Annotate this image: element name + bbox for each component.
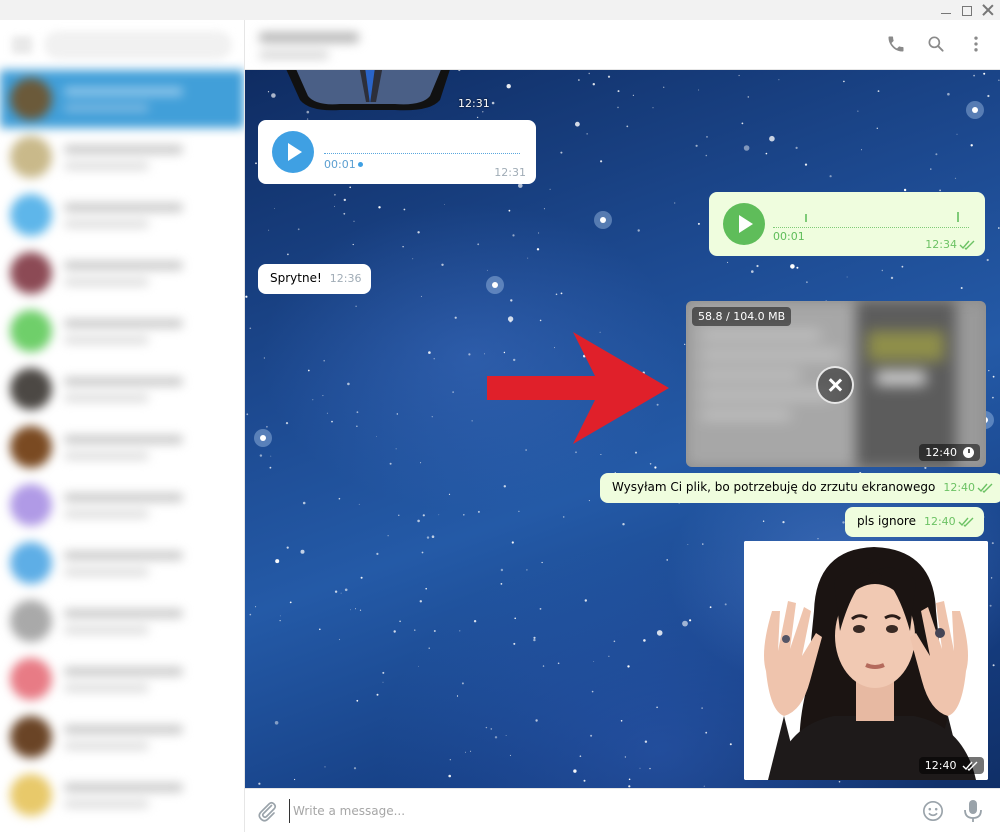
message-text: Wysyłam Ci plik, bo potrzebuję do zrzutu… — [612, 480, 936, 494]
double-check-icon — [977, 483, 993, 493]
avatar — [10, 600, 52, 642]
chat-list-item[interactable] — [0, 360, 244, 418]
chat-list-item[interactable] — [0, 476, 244, 534]
voice-message-outgoing[interactable]: 00:01 12:34 — [709, 192, 985, 256]
download-progress-badge: 58.8 / 104.0 MB — [692, 307, 792, 326]
chat-list-item[interactable] — [0, 186, 244, 244]
message-time: 12:40 — [925, 446, 957, 459]
cancel-download-button[interactable] — [816, 366, 854, 404]
woman-sticker-image — [744, 541, 988, 780]
sticker-time-badge: 12:40 — [918, 757, 984, 774]
maximize-icon[interactable] — [962, 5, 972, 16]
avatar — [10, 136, 52, 178]
chat-list — [0, 70, 244, 824]
message-time: 12:31 — [494, 166, 526, 179]
avatar — [10, 716, 52, 758]
avatar — [10, 484, 52, 526]
double-check-icon — [958, 517, 974, 527]
window-titlebar — [0, 0, 1000, 20]
video-message[interactable]: 58.8 / 104.0 MB 12:40 — [686, 301, 986, 467]
voice-duration: 00:01 — [324, 158, 356, 171]
message-text: pls ignore — [857, 514, 916, 528]
peer-name[interactable] — [259, 28, 369, 64]
message-time: 12:40 — [924, 759, 957, 772]
play-icon[interactable] — [723, 203, 765, 245]
voice-waveform[interactable] — [773, 220, 969, 228]
paperclip-icon[interactable] — [255, 799, 279, 823]
video-time-badge: 12:40 — [919, 444, 980, 461]
unplayed-dot — [358, 162, 363, 167]
microphone-icon[interactable] — [962, 799, 984, 823]
phone-icon[interactable] — [886, 34, 906, 54]
play-icon[interactable] — [272, 131, 314, 173]
window-controls — [940, 2, 994, 18]
chat-list-item[interactable] — [0, 592, 244, 650]
more-vertical-icon[interactable] — [966, 34, 986, 54]
menu-icon[interactable] — [12, 38, 32, 52]
chat-header — [245, 20, 1000, 70]
message-composer — [245, 788, 1000, 832]
message-time: 12:40 — [943, 481, 976, 494]
close-icon[interactable] — [982, 4, 994, 16]
chat-list-item[interactable] — [0, 708, 244, 766]
avatar — [10, 194, 52, 236]
clock-icon — [963, 447, 974, 458]
chat-list-item[interactable] — [0, 244, 244, 302]
chat-list-item[interactable] — [0, 766, 244, 824]
sticker-top-time: 12:31 — [458, 97, 490, 110]
double-check-icon — [962, 761, 978, 771]
text-message-incoming[interactable]: Sprytne! 12:36 — [258, 264, 372, 294]
chat-history: 12:31 00:01 12:31 00:01 12:34 Sprytne! 12… — [245, 70, 1000, 788]
message-text: Sprytne! — [270, 271, 322, 285]
avatar — [10, 774, 52, 816]
avatar — [10, 252, 52, 294]
text-message-outgoing[interactable]: Wysyłam Ci plik, bo potrzebuję do zrzutu… — [600, 473, 1000, 503]
avatar — [10, 542, 52, 584]
message-time: 12:34 — [925, 238, 957, 251]
chat-list-item[interactable] — [0, 418, 244, 476]
chat-list-item[interactable] — [0, 128, 244, 186]
chat-sidebar — [0, 20, 245, 832]
double-check-icon — [959, 240, 975, 250]
chat-list-item[interactable] — [0, 650, 244, 708]
message-time: 12:36 — [329, 272, 362, 285]
chat-list-item[interactable] — [0, 302, 244, 360]
avatar — [10, 78, 52, 120]
message-time: 12:40 — [923, 515, 956, 528]
search-icon[interactable] — [926, 34, 946, 54]
text-message-outgoing[interactable]: pls ignore 12:40 — [845, 507, 984, 537]
voice-waveform[interactable] — [324, 146, 520, 154]
sticker-top — [286, 70, 450, 111]
avatar — [10, 658, 52, 700]
avatar — [10, 310, 52, 352]
chat-list-item[interactable] — [0, 70, 244, 128]
sidebar-search-input[interactable] — [44, 31, 232, 59]
voice-duration: 00:01 — [773, 230, 805, 243]
voice-message-incoming[interactable]: 00:01 12:31 — [258, 120, 536, 184]
minimize-icon[interactable] — [940, 4, 952, 16]
sticker-woman[interactable]: 12:40 — [744, 541, 988, 780]
red-arrow-icon — [487, 332, 669, 444]
sidebar-search-bar — [0, 20, 244, 70]
emoji-icon[interactable] — [922, 800, 944, 822]
message-input[interactable] — [289, 799, 889, 823]
avatar — [10, 426, 52, 468]
chat-list-item[interactable] — [0, 534, 244, 592]
avatar — [10, 368, 52, 410]
